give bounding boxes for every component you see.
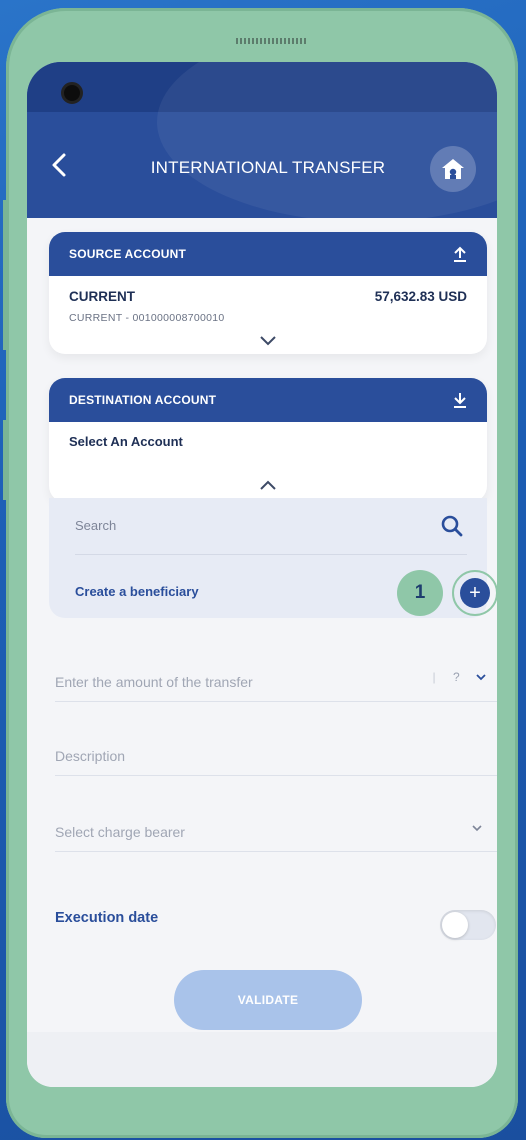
destination-dropdown: Search Create a beneficiary 1 +	[49, 498, 497, 618]
bottom-bar	[27, 1032, 497, 1087]
currency-value: ?	[452, 670, 460, 684]
plus-icon: +	[460, 578, 490, 608]
chevron-down-icon[interactable]	[471, 824, 483, 832]
description-input[interactable]: Description	[55, 748, 125, 764]
destination-account-heading: DESTINATION ACCOUNT	[69, 393, 217, 407]
charge-bearer-field[interactable]: Select charge bearer	[55, 810, 497, 852]
app-header: INTERNATIONAL TRANSFER	[27, 62, 497, 222]
home-button[interactable]	[430, 146, 476, 192]
separator: |	[432, 670, 436, 684]
step-badge: 1	[397, 570, 443, 616]
chevron-up-icon[interactable]	[258, 478, 278, 492]
phone-side-button	[3, 420, 9, 500]
amount-field[interactable]: Enter the amount of the transfer | ?	[55, 660, 497, 702]
chevron-down-icon[interactable]	[258, 334, 278, 348]
phone-speaker	[236, 38, 308, 44]
search-icon[interactable]	[440, 514, 464, 538]
upload-icon	[454, 246, 466, 262]
validate-button[interactable]: VALIDATE	[174, 970, 362, 1030]
destination-account-card[interactable]: DESTINATION ACCOUNT Select An Account	[49, 378, 487, 502]
chevron-left-icon	[52, 153, 66, 177]
source-account-number: CURRENT - 001000008700010	[69, 312, 225, 324]
divider	[75, 554, 467, 555]
header-decoration	[157, 62, 497, 222]
description-field[interactable]: Description	[55, 734, 497, 776]
source-account-card[interactable]: SOURCE ACCOUNT CURRENT CURRENT - 0010000…	[49, 232, 487, 354]
destination-account-placeholder: Select An Account	[69, 434, 183, 449]
front-camera	[61, 82, 83, 104]
execution-date-label: Execution date	[55, 910, 159, 926]
charge-bearer-select[interactable]: Select charge bearer	[55, 824, 185, 840]
destination-account-header: DESTINATION ACCOUNT	[49, 378, 487, 422]
page-title: INTERNATIONAL TRANSFER	[150, 158, 386, 177]
home-icon	[442, 159, 464, 179]
phone-side-button	[3, 200, 9, 350]
search-input[interactable]: Search	[75, 518, 116, 533]
app-screen: INTERNATIONAL TRANSFER SOURCE ACCOUNT CU…	[27, 62, 497, 1087]
toggle-knob	[442, 912, 468, 938]
execution-date-toggle[interactable]	[440, 910, 496, 940]
amount-input[interactable]: Enter the amount of the transfer	[55, 674, 253, 690]
add-beneficiary-button[interactable]: +	[452, 570, 497, 616]
source-account-header: SOURCE ACCOUNT	[49, 232, 487, 276]
download-icon	[454, 393, 466, 408]
source-account-heading: SOURCE ACCOUNT	[69, 247, 187, 261]
back-button[interactable]	[51, 152, 75, 182]
source-account-name: CURRENT	[69, 289, 135, 304]
source-account-balance: 57,632.83 USD	[374, 289, 467, 304]
chevron-down-icon	[476, 674, 486, 681]
currency-select[interactable]: | ?	[433, 670, 488, 684]
create-beneficiary-link[interactable]: Create a beneficiary	[75, 584, 199, 599]
